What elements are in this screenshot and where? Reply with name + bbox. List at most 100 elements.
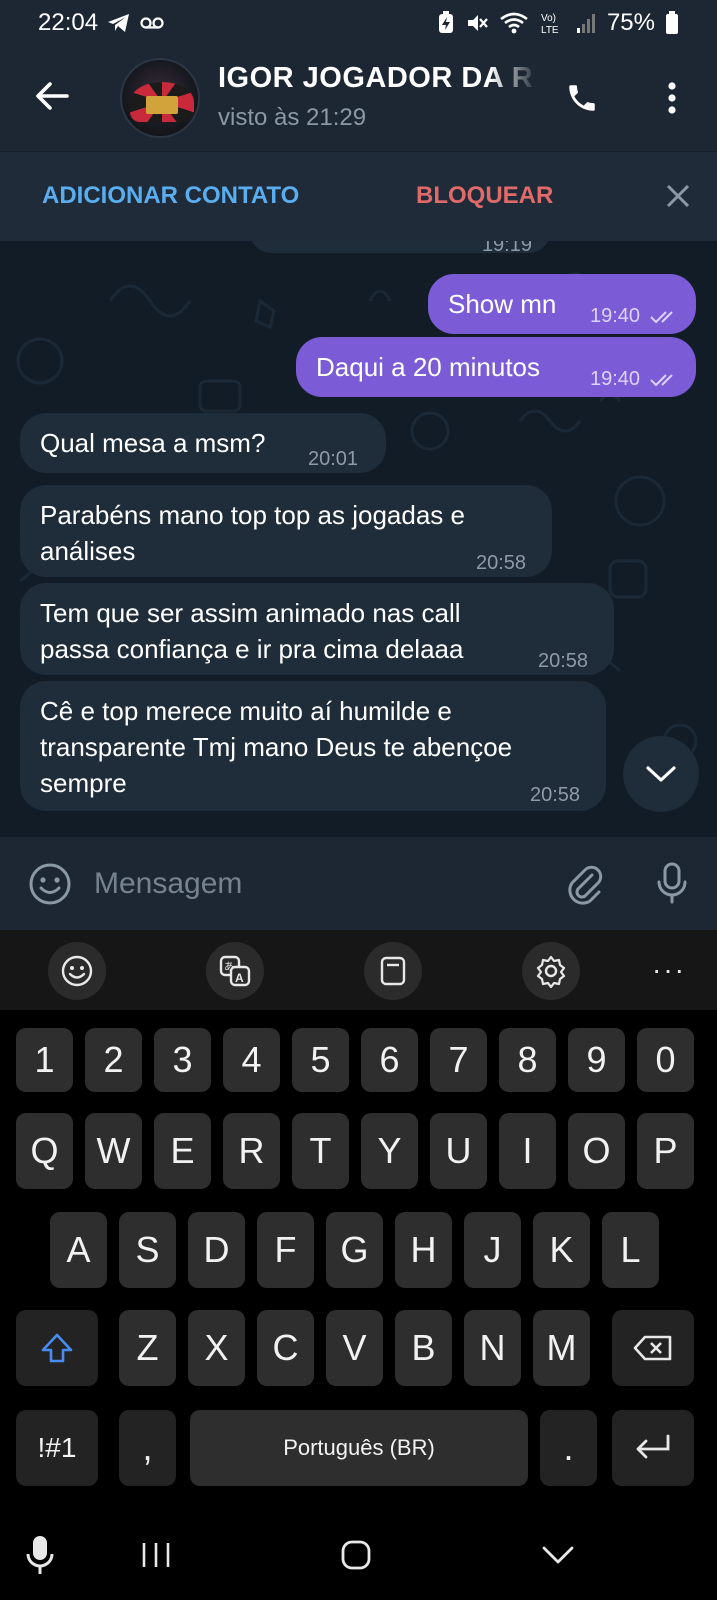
key-5[interactable]: 5: [292, 1028, 349, 1092]
key-t[interactable]: T: [292, 1113, 349, 1189]
key-4[interactable]: 4: [223, 1028, 280, 1092]
key-z[interactable]: Z: [119, 1310, 176, 1386]
message-text-line: Tem que ser assim animado nas call: [40, 598, 461, 628]
message-meta: 19:40: [590, 361, 680, 397]
key-e[interactable]: E: [154, 1113, 211, 1189]
message-input[interactable]: [94, 859, 534, 909]
key-w[interactable]: W: [85, 1113, 142, 1189]
attach-button[interactable]: [560, 859, 608, 907]
recents-icon: [142, 1543, 170, 1567]
key-8[interactable]: 8: [499, 1028, 556, 1092]
key-6[interactable]: 6: [361, 1028, 418, 1092]
key-k[interactable]: K: [533, 1212, 590, 1288]
backspace-key[interactable]: [612, 1310, 694, 1386]
key-j[interactable]: J: [464, 1212, 521, 1288]
enter-key[interactable]: [612, 1410, 694, 1486]
keyboard-toolbar: Aあ ···: [0, 930, 717, 1010]
message-composer: [0, 837, 717, 930]
message-bubble-incoming[interactable]: Tem que ser assim animado nas call passa…: [20, 583, 614, 675]
status-time: 22:04: [38, 9, 99, 36]
add-contact-button[interactable]: ADICIONAR CONTATO: [42, 182, 299, 210]
key-x[interactable]: X: [188, 1310, 245, 1386]
message-bubble-incoming[interactable]: 19:19: [250, 241, 550, 256]
period-key[interactable]: .: [540, 1410, 597, 1486]
translate-button[interactable]: Aあ: [206, 942, 264, 1000]
contact-avatar[interactable]: [120, 58, 200, 138]
message-text-line: análises: [40, 536, 136, 566]
key-a[interactable]: A: [50, 1212, 107, 1288]
message-bubble-outgoing[interactable]: Daqui a 20 minutos 19:40: [296, 337, 696, 397]
key-l[interactable]: L: [602, 1212, 659, 1288]
battery-level: 75%: [606, 9, 655, 36]
scroll-to-bottom-button[interactable]: [623, 736, 699, 812]
block-button[interactable]: BLOQUEAR: [416, 182, 553, 210]
message-time: 19:19: [481, 241, 532, 256]
hide-keyboard-button[interactable]: [528, 1530, 588, 1580]
message-bubble-incoming[interactable]: Cê e top merece muito aí humilde e trans…: [20, 681, 606, 811]
key-f[interactable]: F: [257, 1212, 314, 1288]
more-tools-button[interactable]: ···: [644, 950, 694, 990]
key-s[interactable]: S: [119, 1212, 176, 1288]
key-1[interactable]: 1: [16, 1028, 73, 1092]
gear-icon: [536, 955, 566, 988]
clipboard-button[interactable]: [364, 942, 422, 1000]
key-r[interactable]: R: [223, 1113, 280, 1189]
translate-icon: Aあ: [219, 955, 251, 987]
key-9[interactable]: 9: [568, 1028, 625, 1092]
key-3[interactable]: 3: [154, 1028, 211, 1092]
voice-input-button[interactable]: [10, 1530, 70, 1580]
key-m[interactable]: M: [533, 1310, 590, 1386]
paperclip-icon: [568, 865, 603, 905]
message-bubble-outgoing[interactable]: Show mn 19:40: [428, 274, 696, 334]
keyboard-settings-button[interactable]: [522, 942, 580, 1000]
key-y[interactable]: Y: [361, 1113, 418, 1189]
kebab-menu-icon: [668, 82, 676, 114]
contact-name[interactable]: IGOR JOGADOR DA R: [218, 62, 538, 95]
phone-icon: [569, 85, 595, 111]
key-0[interactable]: 0: [637, 1028, 694, 1092]
key-7[interactable]: 7: [430, 1028, 487, 1092]
message-time: 20:58: [476, 552, 527, 574]
key-n[interactable]: N: [464, 1310, 521, 1386]
chat-messages[interactable]: 19:19 Show mn 19:40 Daqui a 20 minutos 1…: [0, 241, 717, 837]
shift-key[interactable]: [16, 1310, 98, 1386]
svg-text:あ: あ: [224, 961, 234, 973]
key-v[interactable]: V: [326, 1310, 383, 1386]
clipboard-icon: [380, 956, 406, 986]
key-g[interactable]: G: [326, 1212, 383, 1288]
symbols-key[interactable]: !#1: [16, 1410, 98, 1486]
key-i[interactable]: I: [499, 1113, 556, 1189]
status-bar: 22:04 Vo) LTE 75%: [0, 0, 717, 46]
message-text: Show mn: [448, 289, 557, 319]
key-h[interactable]: H: [395, 1212, 452, 1288]
home-icon: [341, 1540, 371, 1570]
navigation-bar: [0, 1510, 717, 1600]
key-c[interactable]: C: [257, 1310, 314, 1386]
close-bar-button[interactable]: [660, 178, 696, 214]
key-p[interactable]: P: [637, 1113, 694, 1189]
voice-message-button[interactable]: [648, 859, 696, 907]
key-u[interactable]: U: [430, 1113, 487, 1189]
message-time: 20:58: [530, 784, 581, 806]
space-key[interactable]: Português (BR): [190, 1410, 528, 1486]
message-bubble-incoming[interactable]: Qual mesa a msm? 20:01: [20, 413, 386, 473]
key-d[interactable]: D: [188, 1212, 245, 1288]
home-button[interactable]: [326, 1530, 386, 1580]
battery-saver-icon: [437, 11, 455, 35]
call-button[interactable]: [560, 76, 604, 120]
more-options-button[interactable]: [650, 76, 694, 120]
shift-icon: [41, 1333, 73, 1363]
comma-key[interactable]: ,: [119, 1410, 176, 1486]
emoji-button[interactable]: [26, 860, 74, 908]
key-2[interactable]: 2: [85, 1028, 142, 1092]
recent-apps-button[interactable]: [126, 1530, 186, 1580]
key-b[interactable]: B: [395, 1310, 452, 1386]
mute-icon: [465, 11, 489, 35]
keyboard-emoji-button[interactable]: [48, 942, 106, 1000]
back-arrow-icon: [36, 82, 69, 110]
back-button[interactable]: [30, 74, 74, 118]
key-o[interactable]: O: [568, 1113, 625, 1189]
message-bubble-incoming[interactable]: Parabéns mano top top as jogadas e análi…: [20, 485, 552, 577]
key-q[interactable]: Q: [16, 1113, 73, 1189]
message-text-line: sempre: [40, 768, 127, 798]
